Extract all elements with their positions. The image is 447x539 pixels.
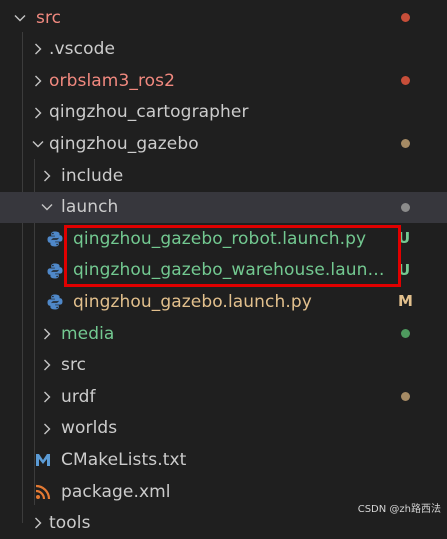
tree-item-label: qingzhou_gazebo	[49, 133, 199, 154]
chevron-right-icon[interactable]	[39, 326, 55, 342]
chevron-right-icon[interactable]	[30, 105, 46, 121]
file-row-cmakelists-txt[interactable]: CMakeLists.txt	[0, 444, 447, 475]
tree-item-label: media	[61, 323, 115, 344]
git-status-dot	[401, 13, 410, 22]
tree-item-label: include	[61, 165, 124, 186]
chevron-right-icon[interactable]	[39, 357, 55, 373]
tree-item-label: package.xml	[61, 481, 171, 502]
watermark: CSDN @zh路西法	[357, 504, 441, 515]
file-row-qingzhou-gazebo-warehouse-launc[interactable]: qingzhou_gazebo_warehouse.launc... U	[0, 255, 447, 286]
tree-item-label: CMakeLists.txt	[61, 449, 187, 470]
chevron-down-icon[interactable]	[39, 199, 55, 215]
chevron-right-icon[interactable]	[30, 515, 46, 531]
git-status-dot	[401, 392, 410, 402]
folder-row-urdf[interactable]: urdf	[0, 381, 447, 412]
folder-row-src[interactable]: src	[0, 2, 447, 33]
git-status-dot	[401, 139, 410, 149]
cmake-file-icon	[34, 451, 52, 469]
tree-item-label: tools	[49, 513, 91, 534]
chevron-right-icon[interactable]	[39, 389, 55, 405]
file-explorer-tree: src .vscode orbslam3_ros2 qingzhou_cartogra…	[0, 0, 447, 533]
file-row-qingzhou-gazebo-robot-launch-py[interactable]: qingzhou_gazebo_robot.launch.py U	[0, 223, 447, 254]
folder-row-src[interactable]: src	[0, 350, 447, 381]
folder-row-vscode[interactable]: .vscode	[0, 34, 447, 65]
chevron-down-icon[interactable]	[30, 136, 46, 152]
tree-item-label: orbslam3_ros2	[49, 70, 176, 91]
folder-row-include[interactable]: include	[0, 160, 447, 191]
git-status-dot	[401, 202, 410, 212]
git-status-badge: M	[398, 292, 413, 311]
python-file-icon	[46, 293, 64, 311]
git-status-dot	[401, 329, 410, 338]
tree-item-label: qingzhou_gazebo.launch.py	[73, 291, 312, 312]
git-status-dot	[401, 76, 410, 86]
folder-row-qingzhou-gazebo[interactable]: qingzhou_gazebo	[0, 128, 447, 159]
file-row-qingzhou-gazebo-launch-py[interactable]: qingzhou_gazebo.launch.py M	[0, 286, 447, 317]
tree-item-label: qingzhou_cartographer	[49, 102, 249, 123]
folder-row-orbslam3-ros2[interactable]: orbslam3_ros2	[0, 65, 447, 96]
git-status-badge: U	[398, 229, 411, 248]
tree-item-label: .vscode	[49, 39, 116, 60]
chevron-right-icon[interactable]	[39, 421, 55, 437]
git-status-badge: U	[398, 260, 411, 279]
tree-item-label: src	[36, 7, 62, 28]
tree-item-label: qingzhou_gazebo_robot.launch.py	[73, 228, 367, 249]
python-file-icon	[46, 230, 64, 248]
chevron-right-icon[interactable]	[39, 168, 55, 184]
tree-item-label: launch	[61, 197, 119, 218]
chevron-right-icon[interactable]	[30, 41, 46, 57]
tree-item-label: qingzhou_gazebo_warehouse.launc...	[73, 260, 393, 281]
tree-item-label: worlds	[61, 418, 118, 439]
tree-item-label: src	[61, 355, 87, 376]
folder-row-worlds[interactable]: worlds	[0, 413, 447, 444]
chevron-right-icon[interactable]	[30, 73, 46, 89]
folder-row-media[interactable]: media	[0, 318, 447, 349]
folder-row-qingzhou-cartographer[interactable]: qingzhou_cartographer	[0, 97, 447, 128]
rss-xml-file-icon	[34, 483, 52, 501]
python-file-icon	[46, 262, 64, 280]
folder-row-launch[interactable]: launch	[0, 191, 447, 223]
tree-item-label: urdf	[61, 386, 96, 407]
chevron-down-icon[interactable]	[12, 10, 28, 26]
